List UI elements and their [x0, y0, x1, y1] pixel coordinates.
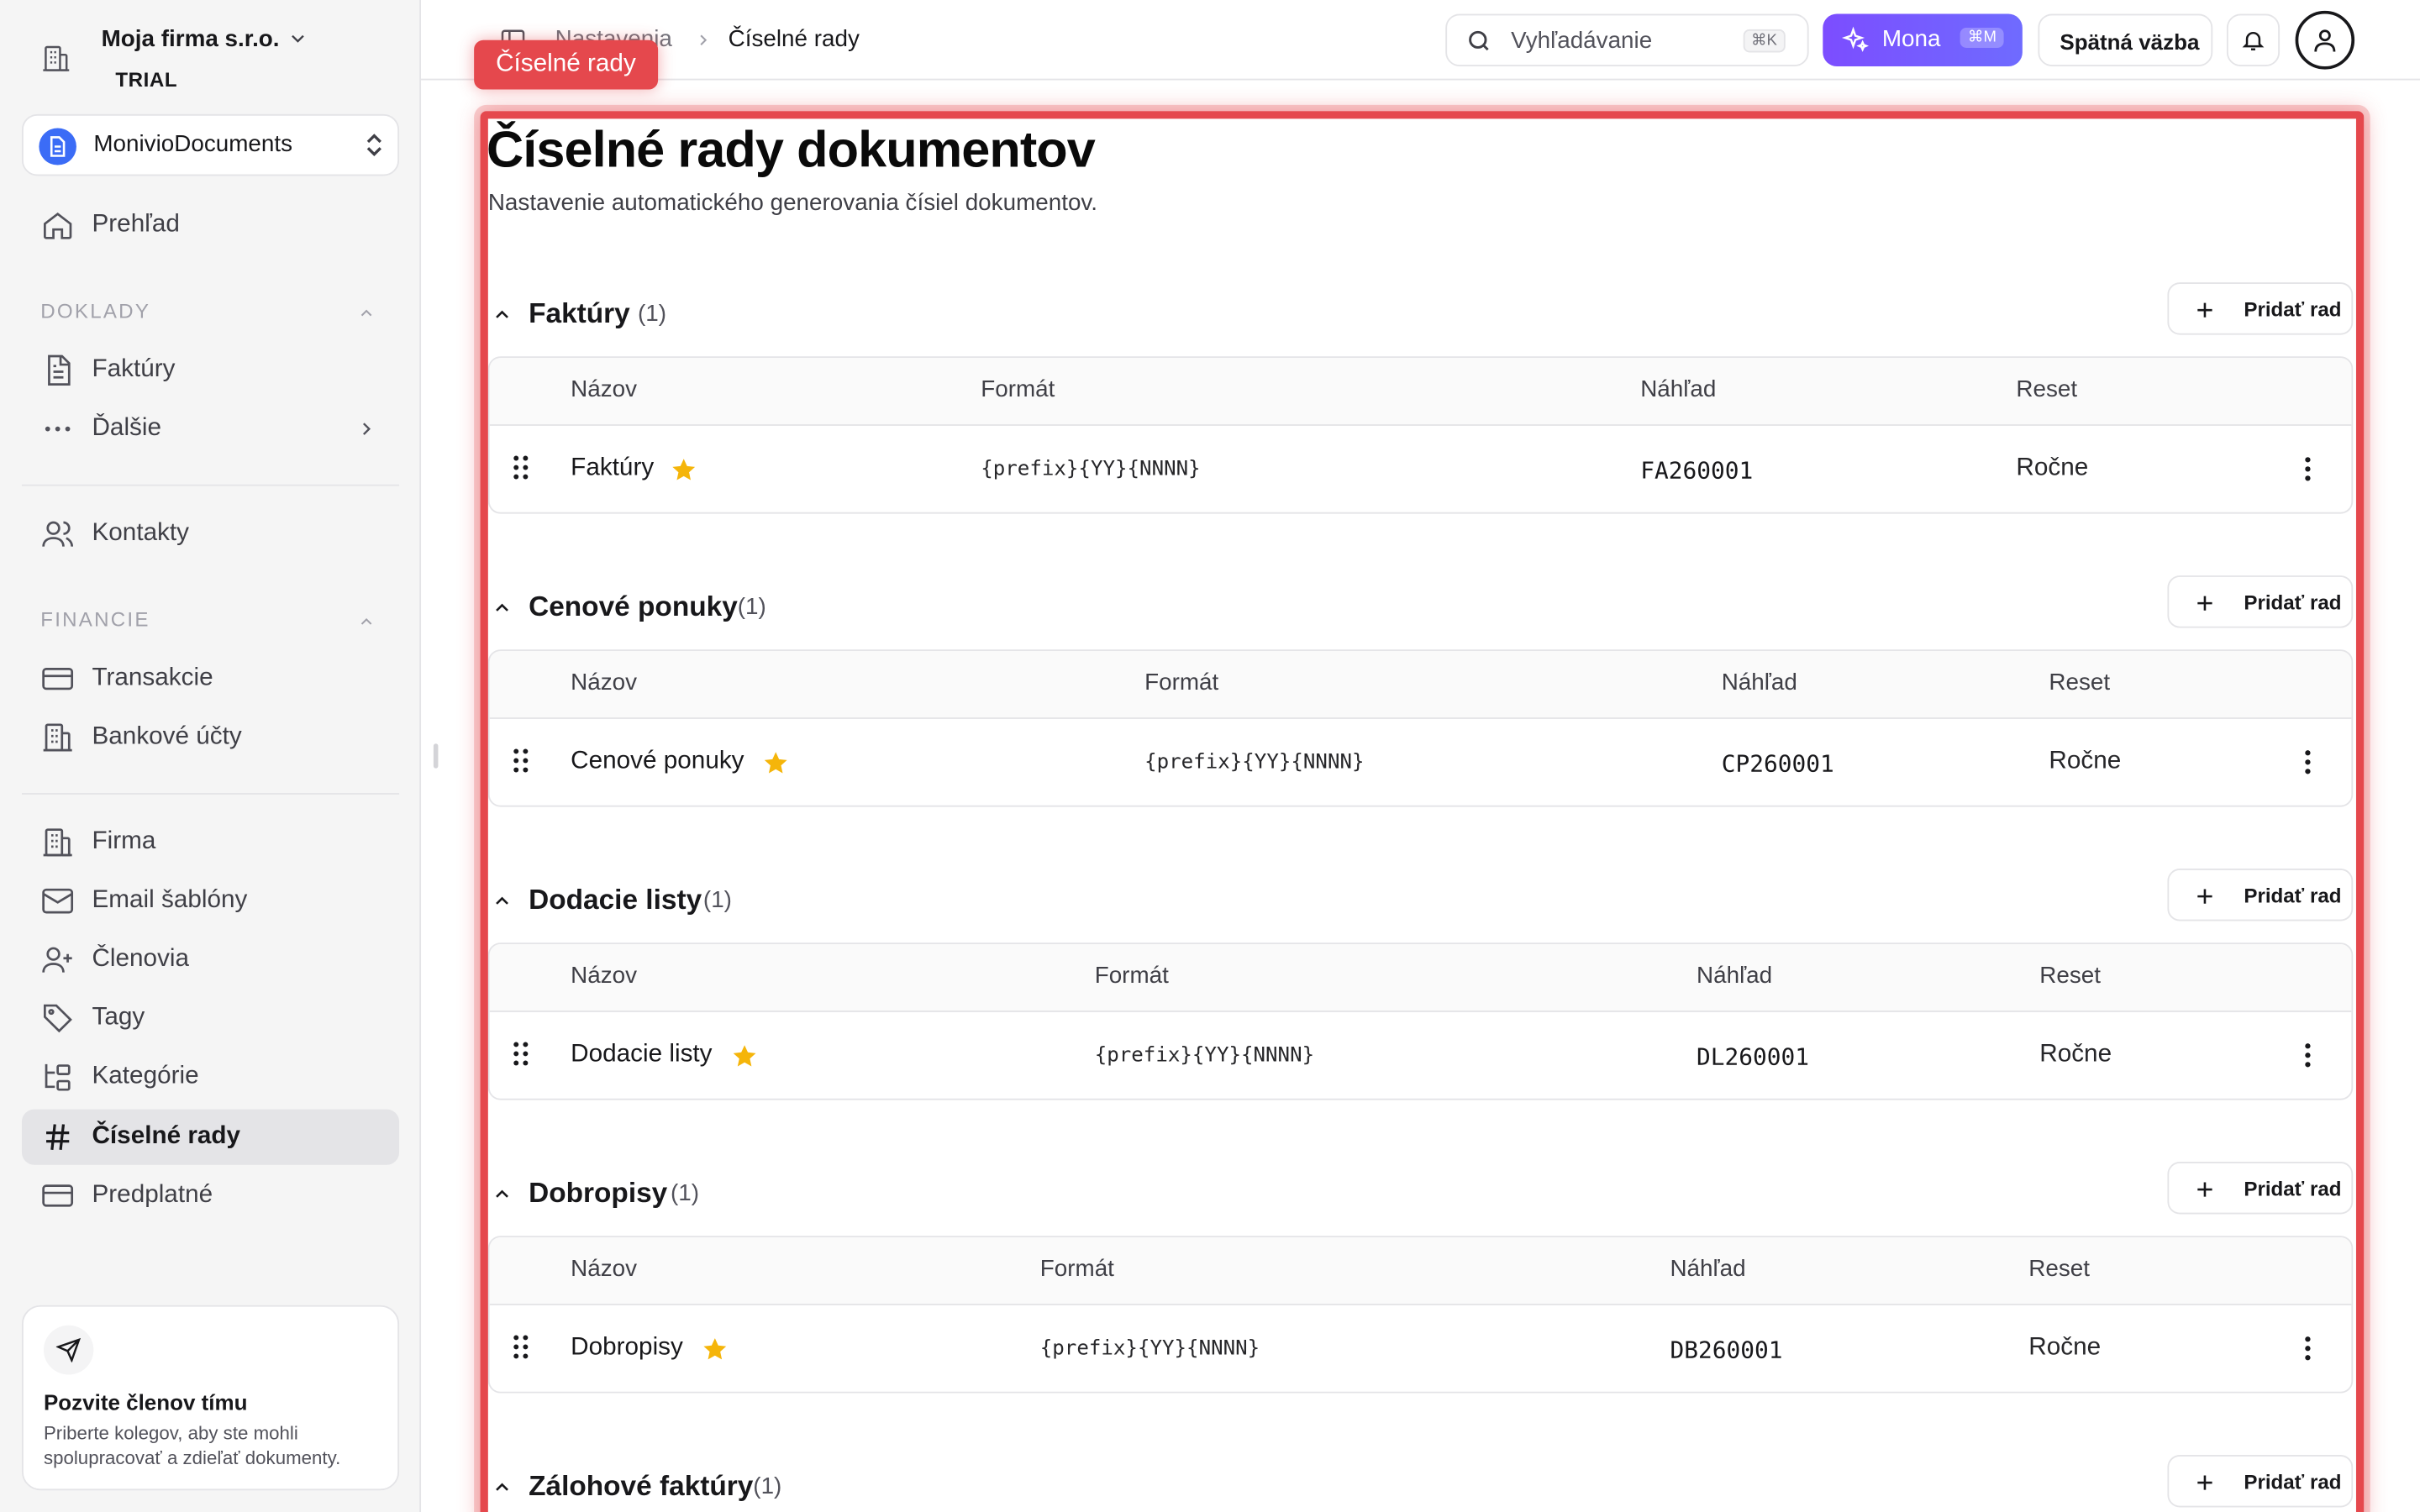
feedback-button[interactable]: Spätná väzba: [2038, 13, 2213, 66]
search-shortcut: ⌘K: [1743, 29, 1786, 53]
nav-label: Členovia: [92, 945, 190, 973]
nav-item-email-templates[interactable]: Email šablóny: [22, 874, 399, 929]
breadcrumb-current: Číselné rady: [728, 26, 860, 53]
nav-label: Ďalšie: [92, 415, 162, 442]
nav-label: Kontakty: [92, 519, 190, 547]
credit-card-icon: [40, 662, 75, 696]
building-icon: [40, 43, 75, 76]
nav-item-contacts[interactable]: Kontakty: [22, 506, 399, 561]
highlight-frame: [480, 111, 2365, 1512]
search-input[interactable]: Vyhľadávanie ⌘K: [1445, 13, 1809, 66]
chevron-down-icon: [287, 28, 308, 50]
nav-label: Kategórie: [92, 1063, 199, 1089]
nav-item-transactions[interactable]: Transakcie: [22, 651, 399, 706]
sidebar-resize-handle[interactable]: [433, 743, 439, 769]
nav-item-members[interactable]: Členovia: [22, 932, 399, 987]
chevron-up-icon[interactable]: [357, 611, 376, 629]
highlight-tag: Číselné rady: [474, 39, 658, 90]
nav-label: Predplatné: [92, 1181, 213, 1209]
nav-label: Faktúry: [92, 356, 176, 383]
notifications-button[interactable]: [2226, 13, 2281, 66]
divider: [21, 484, 400, 486]
app-name: MonivioDocuments: [93, 131, 293, 158]
nav-item-bank-accounts[interactable]: Bankové účty: [22, 710, 399, 765]
credit-card-icon: [40, 1179, 75, 1212]
file-text-icon: [40, 354, 75, 387]
nav-item-number-series[interactable]: Číselné rady: [21, 1109, 400, 1165]
building-icon: [40, 826, 75, 859]
more-horizontal-icon: [40, 412, 75, 445]
invite-description: Priberte kolegov, aby ste mohli spolupra…: [43, 1422, 341, 1469]
mona-shortcut: ⌘M: [1960, 28, 2005, 48]
home-icon: [40, 208, 75, 242]
nav-item-tags[interactable]: Tagy: [22, 990, 399, 1046]
sidebar: Moja firma s.r.o. TRIAL MonivioDocuments…: [0, 0, 422, 1512]
nav-label: Firma: [92, 828, 156, 855]
invite-title: Pozvite členov tímu: [43, 1389, 248, 1415]
mail-icon: [40, 884, 75, 917]
nav-item-invoices[interactable]: Faktúry: [22, 343, 399, 398]
hash-icon: [40, 1120, 75, 1153]
nav-item-subscription[interactable]: Predplatné: [22, 1168, 399, 1223]
section-label-financie: FINANCIE: [40, 607, 150, 632]
company-name: Moja firma s.r.o.: [101, 26, 280, 53]
chevron-right-icon: [355, 418, 377, 440]
nav-label: Bankové účty: [92, 723, 242, 750]
nav-label: Email šablóny: [92, 887, 248, 914]
section-label-doklady: DOKLADY: [40, 299, 151, 323]
chevron-up-icon[interactable]: [357, 302, 376, 321]
topbar: Nastavenia Číselné rady Vyhľadávanie ⌘K …: [421, 0, 2420, 81]
hierarchy-icon: [40, 1060, 75, 1094]
mona-label: Mona: [1881, 26, 1941, 53]
tag-icon: [40, 1001, 75, 1035]
nav-item-categories[interactable]: Kategórie: [22, 1049, 399, 1105]
company-switcher[interactable]: Moja firma s.r.o. TRIAL: [40, 22, 399, 99]
document-logo-icon: [39, 128, 76, 165]
avatar[interactable]: [2295, 10, 2355, 70]
nav-item-company[interactable]: Firma: [22, 815, 399, 870]
search-placeholder: Vyhľadávanie: [1511, 28, 1653, 55]
divider: [21, 793, 400, 795]
nav-label: Prehľad: [92, 211, 180, 238]
plan-badge: TRIAL: [115, 67, 178, 92]
invite-card[interactable]: Pozvite členov tímu Priberte kolegov, ab…: [21, 1305, 400, 1491]
nav-label: Tagy: [92, 1004, 145, 1031]
app-switcher[interactable]: MonivioDocuments: [21, 113, 400, 176]
nav-item-overview[interactable]: Prehľad: [22, 197, 399, 253]
nav-label: Transakcie: [92, 664, 213, 691]
sparkles-icon: [1841, 26, 1870, 54]
building-icon: [40, 721, 75, 754]
bell-icon: [2242, 32, 2265, 50]
user-icon: [2314, 29, 2336, 52]
app-root: Moja firma s.r.o. TRIAL MonivioDocuments…: [0, 0, 2420, 1512]
chevron-right-icon: [694, 29, 713, 48]
feedback-label: Spätná väzba: [2060, 29, 2200, 55]
send-icon: [43, 1325, 94, 1375]
search-icon: [1465, 28, 1492, 54]
nav-label: Číselné rady: [92, 1123, 241, 1150]
chevron-updown-icon: [363, 133, 385, 157]
user-plus-icon: [40, 942, 75, 976]
mona-ai-button[interactable]: Mona ⌘M: [1823, 13, 2023, 66]
nav-item-more[interactable]: Ďalšie: [22, 402, 399, 457]
users-icon: [40, 517, 75, 550]
